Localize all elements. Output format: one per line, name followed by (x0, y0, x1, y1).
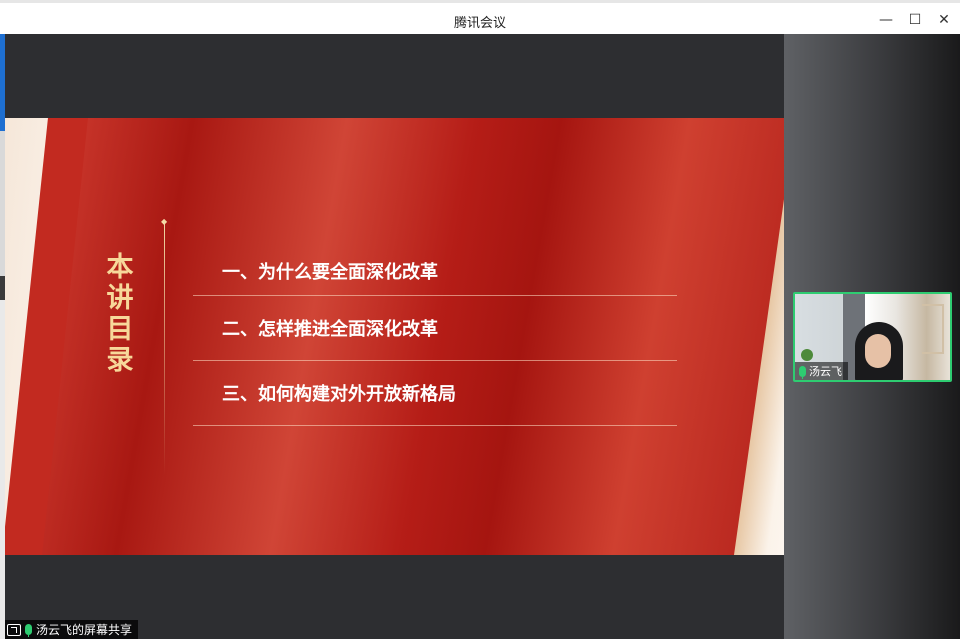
agenda-item: 二、怎样推进全面深化改革 (193, 296, 677, 361)
minimize-icon: — (879, 12, 893, 28)
agenda-item: 一、为什么要全面深化改革 (193, 246, 677, 296)
minimize-button[interactable]: — (871, 8, 901, 32)
maximize-icon: ☐ (908, 12, 922, 28)
close-icon: ✕ (938, 12, 950, 28)
agenda-item-label: 二、怎样推进全面深化改革 (222, 319, 438, 340)
vertical-divider (164, 220, 165, 475)
title-char: 录 (106, 345, 134, 376)
agenda-item-label: 一、为什么要全面深化改革 (222, 261, 438, 283)
participant-video-tile[interactable]: 汤云飞 (793, 292, 952, 382)
agenda-item: 三、如何构建对外开放新格局 (193, 361, 677, 426)
participant-face (865, 334, 891, 368)
maximize-button[interactable]: ☐ (900, 8, 930, 32)
screen-share-icon (7, 623, 21, 636)
participant-label: 汤云飞 (795, 362, 848, 380)
slide-right-decoration (734, 118, 784, 555)
mic-icon (799, 365, 806, 379)
title-char: 本 (106, 252, 134, 283)
agenda-item-label: 三、如何构建对外开放新格局 (222, 384, 456, 405)
presentation-slide: ◆ 本 讲 目 录 一、为什么要全面深化改革 二、怎样推进全面深化改革 三、如何… (5, 118, 784, 555)
meeting-window: 腾讯会议 — ☐ ✕ ◆ 本 讲 目 录 一、为什么要全面深化改革 二、怎样推进… (0, 0, 960, 639)
mic-icon (25, 624, 32, 637)
window-title: 腾讯会议 (453, 16, 506, 31)
video-background-shelf (922, 304, 944, 354)
title-char: 目 (106, 314, 134, 345)
agenda-list: 一、为什么要全面深化改革 二、怎样推进全面深化改革 三、如何构建对外开放新格局 (193, 246, 677, 426)
title-bar: 腾讯会议 — ☐ ✕ (0, 0, 960, 34)
slide-vertical-title: 本 讲 目 录 (103, 252, 137, 376)
participant-name: 汤云飞 (809, 365, 842, 378)
close-button[interactable]: ✕ (929, 8, 959, 32)
video-background-plant (801, 349, 813, 361)
title-char: 讲 (106, 283, 134, 314)
shared-screen-area: ◆ 本 讲 目 录 一、为什么要全面深化改革 二、怎样推进全面深化改革 三、如何… (5, 34, 784, 639)
screen-share-status[interactable]: 汤云飞的屏幕共享 (5, 620, 139, 639)
screen-share-label: 汤云飞的屏幕共享 (36, 623, 133, 637)
